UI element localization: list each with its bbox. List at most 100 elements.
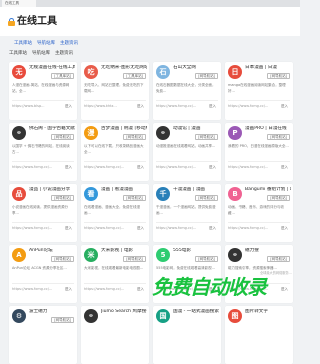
browser-tab[interactable]: 在线工具 — [2, 0, 36, 7]
card-enter-link[interactable]: 进入 — [281, 226, 288, 231]
card-category-badge: [工具库站] — [51, 73, 74, 79]
tool-card[interactable]: A AnPun论坛 [网导航站] AnPun论坛 ACGN 资源分享社区... http… — [9, 245, 77, 303]
subnav-directory[interactable]: 导航站库 — [32, 51, 50, 57]
watermark-banner: 全球最大的网络服务... 免费自动收录 — [150, 270, 300, 300]
card-title[interactable]: 大米影视 | 电影 — [101, 248, 147, 254]
card-category-badge: [网导航站] — [123, 256, 146, 262]
tool-card[interactable]: 无无规漫画在线-在线工具 [工具库站] 人漫在漫画-简站，在线漫画与资源网站，全..… — [9, 62, 77, 120]
card-enter-link[interactable]: 进入 — [209, 104, 216, 109]
tool-card[interactable]: 吃无吃纳米-图形无吃网站 [工具库站] 无吃导入、网站已整理，免费无吃的下载网...… — [81, 62, 149, 120]
card-title[interactable]: 无规漫画在线-在线工具 — [29, 65, 75, 71]
card-enter-link[interactable]: 进入 — [65, 165, 72, 170]
tool-card[interactable]: 图图片转文字 — [225, 306, 293, 364]
card-divider — [84, 222, 146, 223]
card-url: https://www.fxmg.cc/... — [12, 287, 53, 291]
card-enter-link[interactable]: 进入 — [65, 104, 72, 109]
tool-card[interactable]: ⚭ 佛石阁 - 国学古籍文献 [网导航站] 以国学 + 佛石书籍的网站，在线阅读古..… — [9, 123, 77, 181]
card-enter-link[interactable]: 进入 — [209, 165, 216, 170]
tool-card[interactable]: 品漫品 | 小说漫画分享 [网导航站] 小说漫画在线阅读，提供漫画资源分享... ht… — [9, 184, 77, 242]
toolbox-logo-icon[interactable] — [8, 18, 15, 26]
card-title[interactable]: 图片转文字 — [245, 309, 291, 315]
card-url: https://www.fxmg.cc/... — [12, 165, 53, 169]
card-category-badge: [网导航站] — [51, 317, 74, 323]
card-title[interactable]: 石山大全网 — [173, 65, 219, 71]
card-category-badge: [网导航站] — [267, 195, 290, 201]
card-title[interactable]: 国漫 - 一站式漫画搜索 — [173, 309, 219, 315]
tool-card[interactable]: ⚙ 波士磁力 [网导航站] — [9, 306, 77, 364]
site-title[interactable]: 在线工具 — [17, 16, 57, 28]
card-divider — [12, 222, 74, 223]
tool-card[interactable]: BBangumi 番组计划 | 动漫 [网导航站] 动画、书籍、音乐、游戏的评分与收… — [225, 184, 293, 242]
ocr-icon: 图 — [228, 309, 242, 323]
card-category-badge: [网导航站] — [195, 134, 218, 140]
sub-nav: 工具库站 导航站库 主题资讯 — [9, 51, 291, 61]
card-title[interactable]: 波士磁力 — [29, 309, 75, 315]
card-enter-link[interactable]: 进入 — [281, 104, 288, 109]
tool-card[interactable]: P 漫画PRO | 日漫在线 [网导航站] 我看的 PRO，日漫在线漫画原版大全...… — [225, 123, 293, 181]
tool-card[interactable]: 国国漫 - 一站式漫画搜索 — [153, 306, 221, 364]
card-category-badge: [网导航站] — [51, 134, 74, 140]
tool-card[interactable]: ⚭ 动漫馆 | 漫画 [网导航站] 动漫推漫画在线观看网站，动画共享... https:… — [153, 123, 221, 181]
card-divider — [84, 283, 146, 284]
card-url: https://www.fxmg.cc/... — [84, 226, 125, 230]
card-title[interactable]: 磁力搜 — [245, 248, 291, 254]
tool-card[interactable]: 漫古梦漫画 | 韩漫 [移动版] [网导航站] 以下可以在线下载，只收录精品漫画大全… — [81, 123, 149, 181]
nav-directory[interactable]: 导航站库 — [37, 41, 55, 47]
tool-card[interactable]: ⚭Jiumo Search 鸠摩搜书 - 文 — [81, 306, 149, 364]
card-enter-link[interactable]: 进入 — [65, 226, 72, 231]
card-title[interactable]: 千漫漫画 | 漫画 — [173, 187, 219, 193]
card-enter-link[interactable]: 进入 — [209, 226, 216, 231]
card-category-badge: [网导航站] — [195, 73, 218, 79]
card-enter-link[interactable]: 进入 — [137, 226, 144, 231]
card-enter-link[interactable]: 进入 — [137, 287, 144, 292]
card-enter-link[interactable]: 进入 — [65, 287, 72, 292]
link-icon: ⚭ — [84, 309, 98, 323]
card-title[interactable]: 日本漫画 | 日漫 — [245, 65, 291, 71]
card-url: https://www.fxmg.cc/... — [228, 104, 269, 108]
card-title[interactable]: 漫画 | 看漫漫画 — [101, 187, 147, 193]
tool-card[interactable]: 石石山大全网 [网导航站] 在线石器图数据在线大全，分类全面，免费... https:… — [153, 62, 221, 120]
card-title[interactable]: 漫品 | 小说漫画分享 — [29, 187, 75, 193]
tool-card[interactable]: 米大米影视 | 电影 [网导航站] 大米影视，在线观看最新电影电视剧... https… — [81, 245, 149, 303]
card-title[interactable]: 古梦漫画 | 韩漫 [移动版] — [101, 126, 147, 132]
card-category-badge: [网导航站] — [195, 195, 218, 201]
card-title[interactable]: 漫画PRO | 日漫在线 — [245, 126, 291, 132]
nav-news[interactable]: 主题资讯 — [60, 41, 78, 47]
card-url: https://www.blsp... — [12, 104, 45, 108]
card-url: https://www.fxmg.cc/... — [156, 226, 197, 230]
card-description: 千漫漫画，一个漫画网站，提供免费漫画... — [156, 205, 216, 215]
card-enter-link[interactable]: 进入 — [137, 104, 144, 109]
tool-card[interactable]: 千千漫漫画 | 漫画 [网导航站] 千漫漫画，一个漫画网站，提供免费漫画... htt… — [153, 184, 221, 242]
card-url: https://www.fxmg.cc/... — [228, 165, 269, 169]
globe-icon: 石 — [156, 65, 170, 79]
card-title[interactable]: Jiumo Search 鸠摩搜书 - 文 — [101, 309, 147, 315]
card-category-badge: [网导航站] — [267, 256, 290, 262]
card-divider — [228, 222, 290, 223]
nav-tools[interactable]: 工具库站 — [14, 41, 32, 47]
link-icon: ⚭ — [228, 248, 242, 262]
forum-icon: A — [12, 248, 26, 262]
card-title[interactable]: Bangumi 番组计划 | 动漫 — [245, 187, 291, 193]
card-title[interactable]: 555电影 — [173, 248, 219, 254]
subnav-news[interactable]: 主题资讯 — [55, 51, 73, 57]
reader-icon: 品 — [12, 187, 26, 201]
card-divider — [12, 161, 74, 162]
card-category-badge: [网导航站] — [123, 195, 146, 201]
card-title[interactable]: 无吃纳米-图形无吃网站 — [101, 65, 147, 71]
card-enter-link[interactable]: 进入 — [281, 165, 288, 170]
image-icon: 吃 — [84, 65, 98, 79]
tool-card[interactable]: 看漫画 | 看漫漫画 [网导航站] 在线看漫画、漫画大全，免费在线漫画... http… — [81, 184, 149, 242]
card-title[interactable]: 动漫馆 | 漫画 — [173, 126, 219, 132]
subnav-tools[interactable]: 工具库站 — [9, 51, 27, 57]
card-description: 小说漫画在线阅读，提供漫画资源分享... — [12, 205, 68, 215]
card-title[interactable]: AnPun论坛 — [29, 248, 75, 254]
tool-card[interactable]: 日日本漫画 | 日漫 [网导航站] manga在线漫画阅读网站集合，整理好... ht… — [225, 62, 293, 120]
card-title[interactable]: 佛石阁 - 国学古籍文献 — [29, 126, 75, 132]
search-icon: 国 — [156, 309, 170, 323]
bookmark-icon: 千 — [156, 187, 170, 201]
card-description: AnPun论坛 ACGN 资源分享社区... — [12, 266, 67, 270]
card-divider — [156, 100, 218, 101]
card-url: https://www.fxmg.cc/... — [156, 104, 197, 108]
card-description: 动画、书籍、音乐、游戏的评分与收藏... — [228, 205, 284, 215]
card-enter-link[interactable]: 进入 — [137, 165, 144, 170]
